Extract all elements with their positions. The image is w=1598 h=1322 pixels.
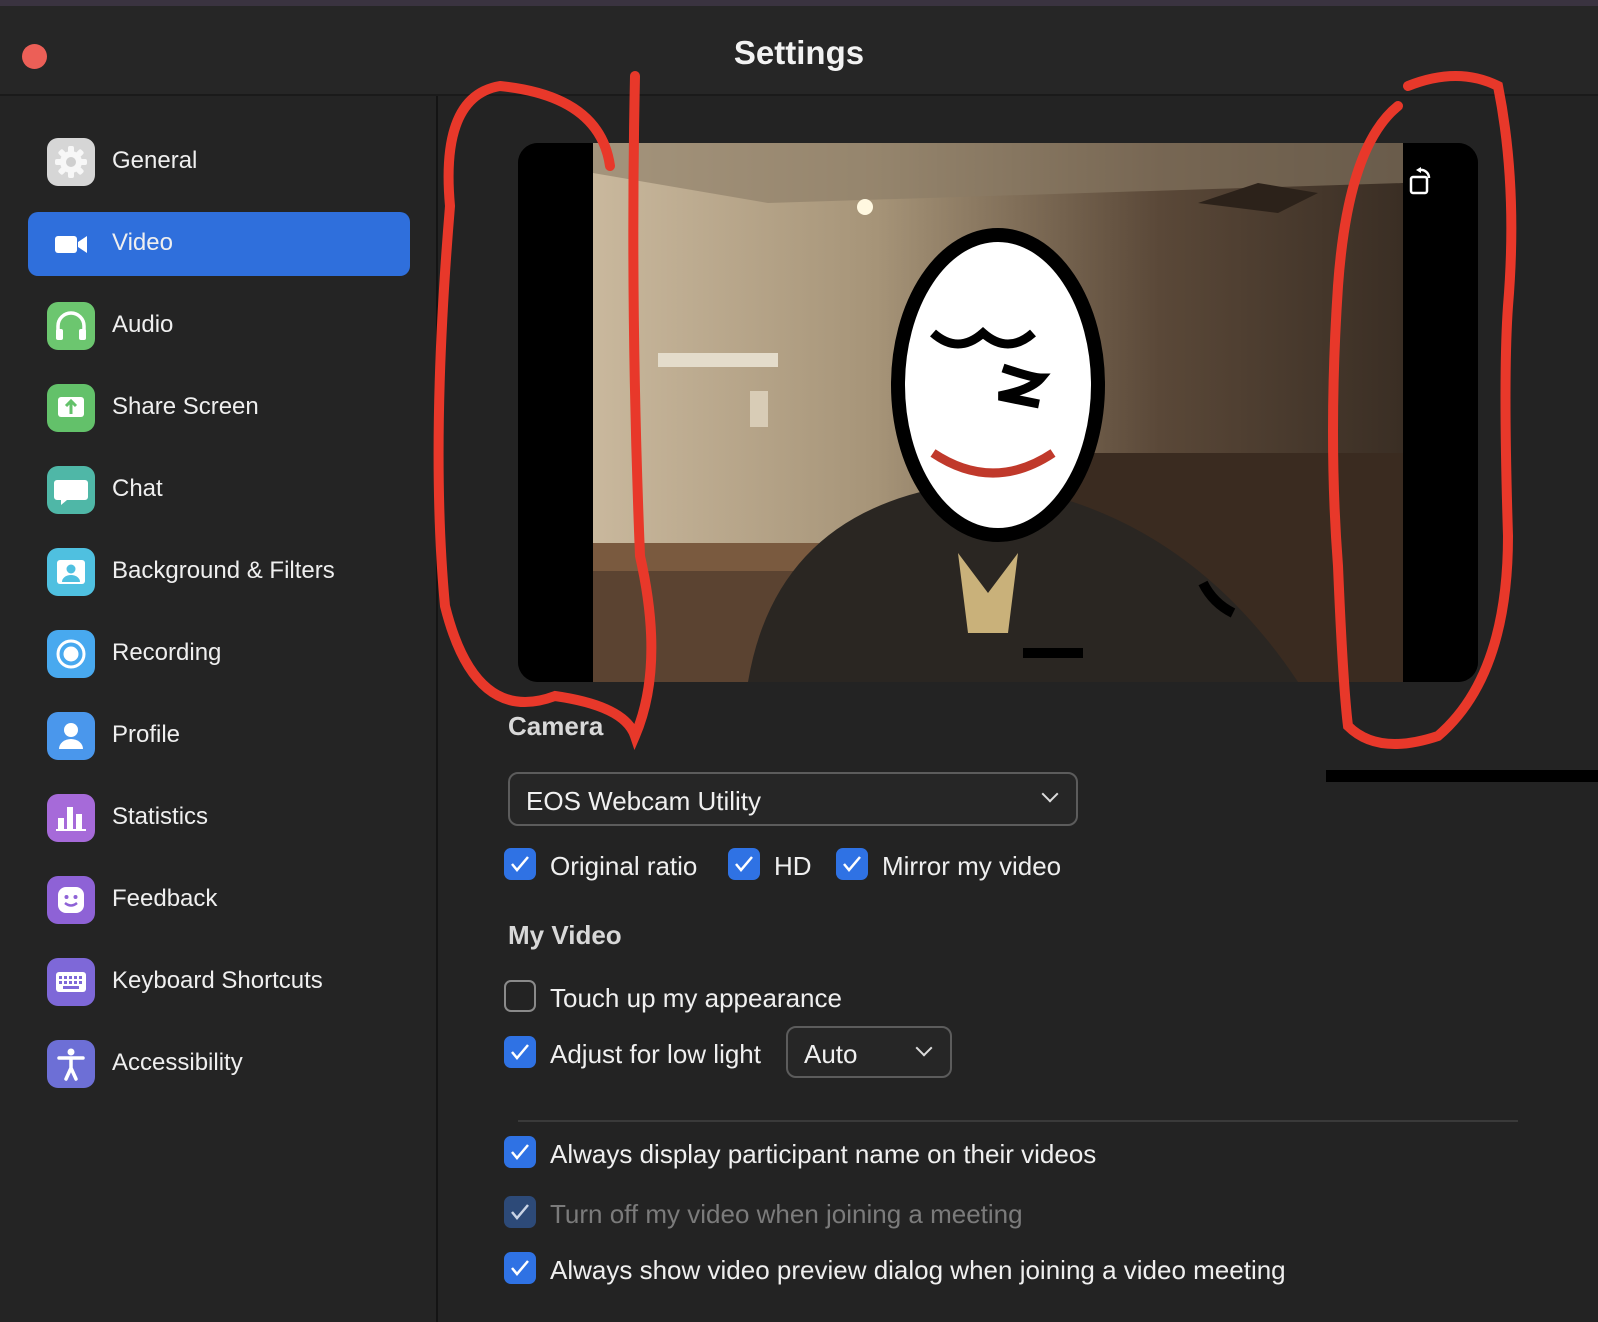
bar-chart-icon bbox=[47, 794, 95, 842]
sidebar-item-general[interactable]: General bbox=[28, 130, 410, 194]
video-camera-icon bbox=[47, 220, 95, 268]
low-light-checkbox[interactable] bbox=[504, 1036, 536, 1068]
checkmark-icon bbox=[843, 856, 861, 872]
sidebar-item-label: Profile bbox=[112, 721, 181, 748]
checkmark-icon bbox=[511, 1144, 529, 1160]
camera-preview-image bbox=[518, 143, 1478, 682]
sidebar-item-label: Video bbox=[112, 229, 173, 256]
sidebar-item-label: Share Screen bbox=[112, 393, 259, 420]
turn-off-video-label: Turn off my video when joining a meeting bbox=[550, 1199, 1023, 1229]
smiley-icon bbox=[47, 876, 95, 924]
display-name-label: Always display participant name on their… bbox=[550, 1139, 1097, 1169]
low-light-mode-value: Auto bbox=[804, 1039, 858, 1069]
touch-up-checkbox[interactable] bbox=[504, 980, 536, 1012]
touch-up-label: Touch up my appearance bbox=[550, 983, 842, 1013]
display-name-checkbox[interactable] bbox=[504, 1136, 536, 1168]
sidebar-item-label: Accessibility bbox=[112, 1049, 243, 1076]
video-preview-dialog-checkbox[interactable] bbox=[504, 1252, 536, 1284]
sidebar-item-background-filters[interactable]: Background & Filters bbox=[28, 540, 410, 604]
original-ratio-label: Original ratio bbox=[550, 851, 698, 881]
sidebar-item-label: Keyboard Shortcuts bbox=[112, 967, 323, 994]
sidebar-item-statistics[interactable]: Statistics bbox=[28, 786, 410, 850]
gear-icon bbox=[47, 138, 95, 186]
my-video-section-heading: My Video bbox=[508, 920, 622, 950]
checkmark-icon bbox=[735, 856, 753, 872]
sidebar-item-recording[interactable]: Recording bbox=[28, 622, 410, 686]
rotate-camera-icon[interactable] bbox=[1406, 165, 1434, 197]
sidebar-item-chat[interactable]: Chat bbox=[28, 458, 410, 522]
title-bar: Settings bbox=[0, 6, 1598, 96]
mirror-video-checkbox[interactable] bbox=[836, 848, 868, 880]
video-preview-dialog-label: Always show video preview dialog when jo… bbox=[550, 1255, 1286, 1285]
sidebar-item-accessibility[interactable]: Accessibility bbox=[28, 1032, 410, 1096]
person-icon bbox=[47, 712, 95, 760]
sidebar-item-feedback[interactable]: Feedback bbox=[28, 868, 410, 932]
accessibility-icon bbox=[47, 1040, 95, 1088]
sidebar-item-keyboard-shortcuts[interactable]: Keyboard Shortcuts bbox=[28, 950, 410, 1014]
camera-select-value: EOS Webcam Utility bbox=[526, 786, 762, 816]
sidebar-item-label: Feedback bbox=[112, 885, 218, 912]
share-screen-icon bbox=[47, 384, 95, 432]
sidebar-item-label: Statistics bbox=[112, 803, 209, 830]
video-settings-panel: Camera EOS Webcam Utility Original ratio… bbox=[438, 96, 1598, 1322]
section-divider bbox=[518, 1120, 1518, 1122]
chevron-down-icon bbox=[1041, 785, 1059, 803]
camera-select[interactable]: EOS Webcam Utility bbox=[508, 772, 1078, 826]
settings-sidebar: General Video Audio Share Screen Chat Ba… bbox=[0, 96, 438, 1322]
window-title: Settings bbox=[733, 34, 865, 71]
record-icon bbox=[47, 630, 95, 678]
headphones-icon bbox=[47, 302, 95, 350]
low-light-mode-select[interactable]: Auto bbox=[786, 1026, 952, 1078]
keyboard-icon bbox=[47, 958, 95, 1006]
sidebar-item-label: Recording bbox=[112, 639, 222, 666]
chat-bubble-icon bbox=[47, 466, 95, 514]
sidebar-item-label: Background & Filters bbox=[112, 557, 335, 584]
sidebar-item-label: General bbox=[112, 147, 198, 174]
camera-section-heading: Camera bbox=[508, 711, 604, 741]
checkmark-icon bbox=[511, 1204, 529, 1220]
camera-preview bbox=[518, 143, 1478, 682]
annotation-black-line bbox=[1326, 770, 1598, 782]
sidebar-item-profile[interactable]: Profile bbox=[28, 704, 410, 768]
checkmark-icon bbox=[511, 1044, 529, 1060]
hd-checkbox[interactable] bbox=[728, 848, 760, 880]
person-picture-icon bbox=[47, 548, 95, 596]
sidebar-item-share-screen[interactable]: Share Screen bbox=[28, 376, 410, 440]
chevron-down-icon bbox=[915, 1039, 933, 1057]
checkmark-icon bbox=[511, 856, 529, 872]
low-light-label: Adjust for low light bbox=[550, 1039, 761, 1069]
mirror-video-label: Mirror my video bbox=[882, 851, 1062, 881]
sidebar-item-video[interactable]: Video bbox=[28, 212, 410, 276]
original-ratio-checkbox[interactable] bbox=[504, 848, 536, 880]
hd-label: HD bbox=[774, 851, 812, 881]
sidebar-item-audio[interactable]: Audio bbox=[28, 294, 410, 358]
checkmark-icon bbox=[511, 1260, 529, 1276]
turn-off-video-checkbox[interactable] bbox=[504, 1196, 536, 1228]
sidebar-item-label: Chat bbox=[112, 475, 163, 502]
sidebar-item-label: Audio bbox=[112, 311, 174, 338]
